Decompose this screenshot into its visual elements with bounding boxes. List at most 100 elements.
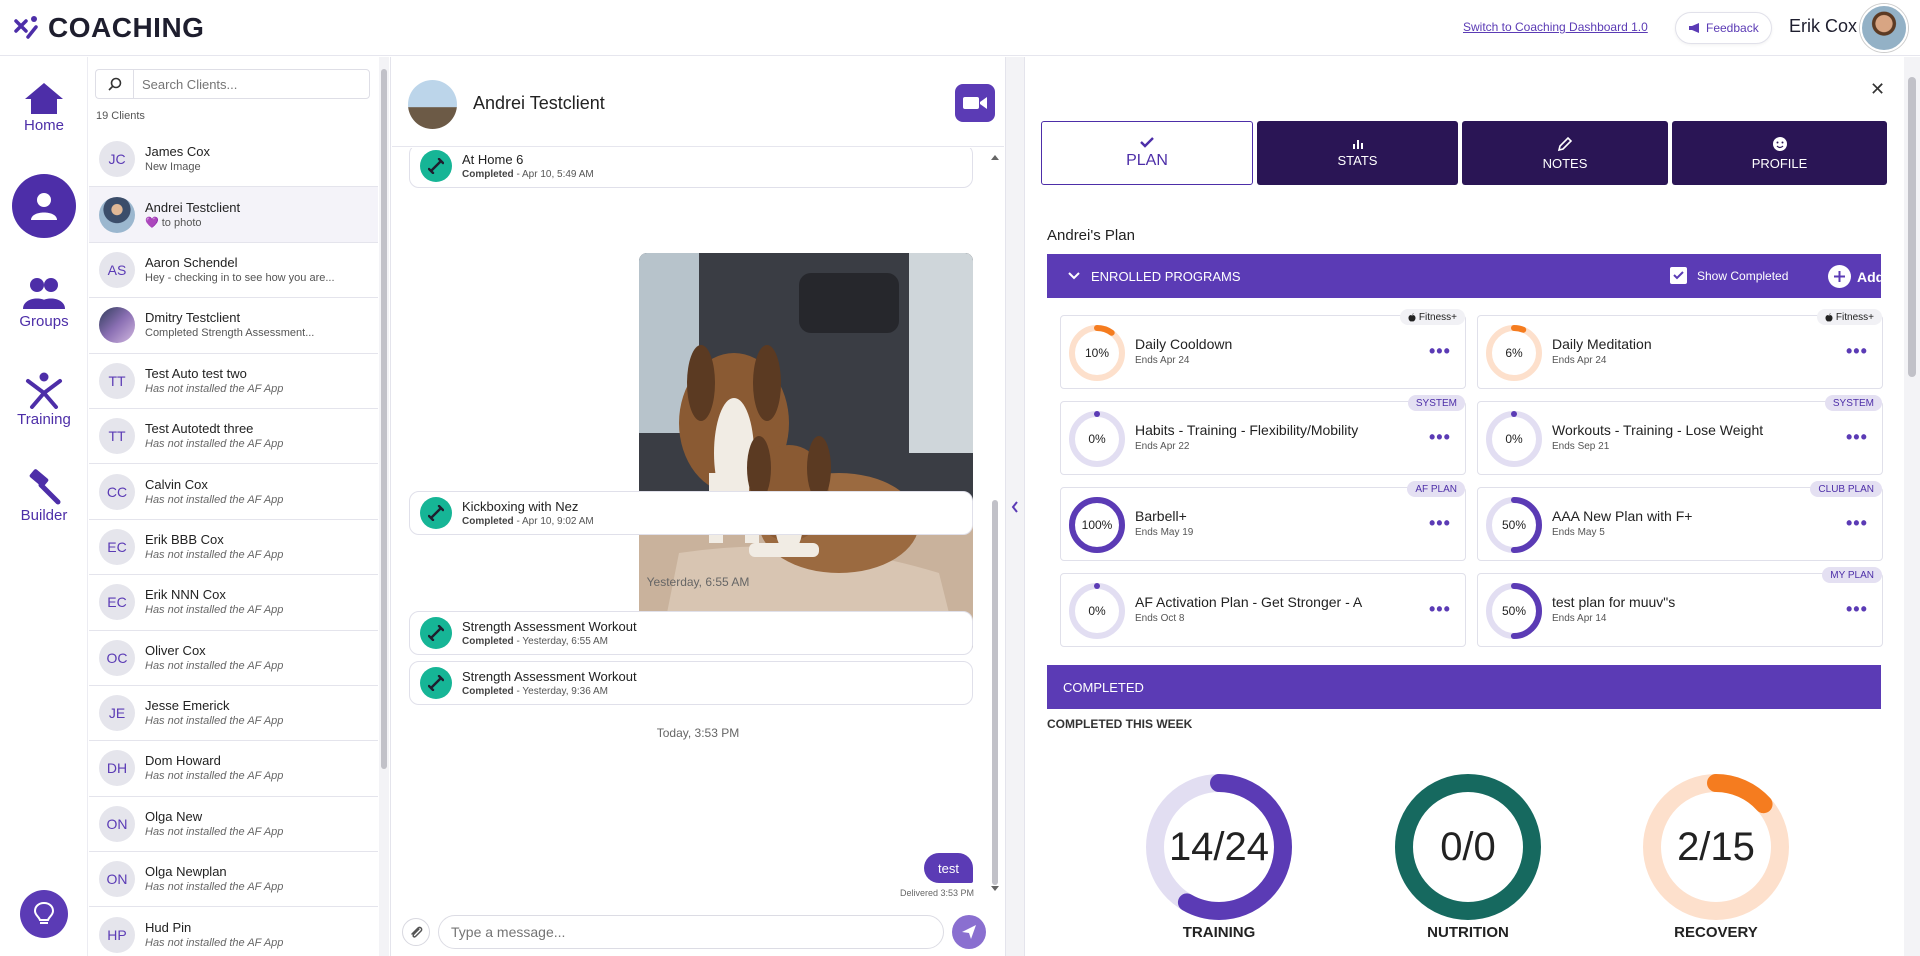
tab-stats[interactable]: STATS [1257,121,1458,185]
chat-messages[interactable]: At Home 6 Completed - Apr 10, 5:49 AM Ki… [392,148,1004,898]
more-options-icon[interactable]: ••• [1429,513,1451,534]
client-avatar: CC [99,473,135,510]
more-options-icon[interactable]: ••• [1429,599,1451,620]
chevron-down-icon[interactable] [1067,271,1081,281]
add-program-button[interactable]: Add [1828,265,1884,288]
client-list-scroll-thumb[interactable] [381,69,387,769]
add-program-label: Add [1857,268,1885,285]
nav-training[interactable]: Training [0,371,88,428]
workout-title: Strength Assessment Workout [462,618,637,634]
client-row[interactable]: TT Test Auto test two Has not installed … [89,354,378,409]
client-last-message: Has not installed the AF App [145,493,284,506]
client-name: Calvin Cox [145,476,208,492]
enrolled-programs-header[interactable]: ENROLLED PROGRAMS Show Completed Add [1047,254,1884,298]
workout-card[interactable]: At Home 6 Completed - Apr 10, 5:49 AM [409,148,973,188]
search-clients-input[interactable] [133,69,370,99]
tab-profile[interactable]: PROFILE [1672,121,1887,185]
more-options-icon[interactable]: ••• [1846,427,1868,448]
client-avatar: TT [99,418,135,455]
nav-home[interactable]: Home [0,81,88,134]
message-bubble[interactable]: test [924,853,973,883]
nav-clients[interactable] [12,174,76,238]
show-completed-toggle[interactable]: Show Completed [1670,267,1788,284]
client-row[interactable]: DH Dom Howard Has not installed the AF A… [89,741,378,797]
show-completed-checkbox[interactable] [1670,267,1687,284]
completed-label: COMPLETED [1063,679,1144,695]
shared-photo[interactable] [639,253,973,653]
stat-value: 2/15 [1677,824,1755,869]
stat-label: NUTRITION [1427,924,1509,941]
program-badge: SYSTEM [1407,395,1465,411]
app-logo[interactable]: COACHING [12,10,204,46]
completed-header[interactable]: COMPLETED [1047,665,1881,709]
client-row[interactable]: JE Jesse Emerick Has not installed the A… [89,686,378,742]
client-last-message: Has not installed the AF App [145,825,284,838]
progress-percent: 0% [1088,432,1106,446]
tab-plan[interactable]: PLAN [1041,121,1253,185]
program-end-date: Ends May 5 [1552,527,1605,538]
feedback-button[interactable]: Feedback [1675,12,1772,44]
checkmark-icon [1673,271,1684,280]
client-row[interactable]: EC Erik BBB Cox Has not installed the AF… [89,520,378,576]
client-row[interactable]: AS Aaron Schendel Hey - checking in to s… [89,243,378,299]
client-row[interactable]: HP Hud Pin Has not installed the AF App [89,907,378,956]
chat-scroll-thumb[interactable] [992,500,998,885]
more-options-icon[interactable]: ••• [1846,513,1868,534]
detail-scroll-thumb[interactable] [1908,77,1916,377]
workout-card[interactable]: Strength Assessment Workout Completed - … [409,611,973,655]
program-end-date: Ends Oct 8 [1135,613,1185,624]
client-row[interactable]: ON Olga New Has not installed the AF App [89,797,378,853]
client-avatar: TT [99,362,135,399]
client-name: Andrei Testclient [145,199,241,215]
client-row[interactable]: CC Calvin Cox Has not installed the AF A… [89,464,378,520]
client-row[interactable]: EC Erik NNN Cox Has not installed the AF… [89,575,378,631]
program-card[interactable]: 0% AF Activation Plan - Get Stronger - A E… [1060,573,1466,647]
client-last-message: Has not installed the AF App [145,936,284,949]
program-name: Barbell+ [1135,508,1187,524]
video-call-button[interactable] [955,84,995,122]
workout-card[interactable]: Kickboxing with Nez Completed - Apr 10, … [409,491,973,535]
program-card[interactable]: 10% Daily Cooldown Ends Apr 24 ••• Fitness+ [1060,309,1466,389]
search-icon-box[interactable] [95,69,133,99]
more-options-icon[interactable]: ••• [1846,599,1868,620]
client-row[interactable]: JC James Cox New Image [89,132,378,188]
client-row[interactable]: Dmitry Testclient Completed Strength Ass… [89,298,378,354]
program-card[interactable]: 6% Daily Meditation Ends Apr 24 ••• Fitness+ [1477,309,1883,389]
program-card[interactable]: 50% AAA New Plan with F+ Ends May 5 ••• CLUB… [1477,481,1883,561]
search-icon [107,77,121,91]
help-button[interactable] [20,890,68,938]
program-card[interactable]: 0% Habits - Training - Flexibility/Mobili… [1060,395,1466,475]
attach-button[interactable] [402,918,430,946]
progress-percent: 100% [1081,518,1113,532]
more-options-icon[interactable]: ••• [1429,341,1451,362]
program-end-date: Ends Sep 21 [1552,441,1610,452]
tab-notes[interactable]: NOTES [1462,121,1668,185]
client-name: Oliver Cox [145,642,206,658]
panel-splitter[interactable] [1005,57,1025,956]
send-button[interactable] [952,915,986,949]
client-row[interactable]: ON Olga Newplan Has not installed the AF… [89,852,378,908]
program-end-date: Ends Apr 22 [1135,441,1190,452]
workout-card[interactable]: Strength Assessment Workout Completed - … [409,661,973,705]
dumbbell-icon [420,667,452,699]
user-avatar[interactable] [1860,4,1908,52]
close-icon[interactable]: ✕ [1870,79,1885,100]
switch-dashboard-link[interactable]: Switch to Coaching Dashboard 1.0 [1463,20,1648,34]
program-card[interactable]: 0% Workouts - Training - Lose Weight Ends … [1477,395,1883,475]
program-card[interactable]: 100% Barbell+ Ends May 19 ••• AF PLAN [1060,481,1466,561]
nav-groups[interactable]: Groups [0,275,88,330]
message-input[interactable] [438,915,944,949]
chevron-left-icon[interactable] [1010,500,1020,514]
client-row-selected[interactable]: Andrei Testclient 💜 to photo [89,187,378,243]
nav-builder[interactable]: Builder [0,469,88,524]
client-row[interactable]: OC Oliver Cox Has not installed the AF A… [89,631,378,686]
client-last-message: Hey - checking in to see how you are... [145,271,335,284]
program-card[interactable]: 50% test plan for muuv"s Ends Apr 14 ••• MY … [1477,567,1883,647]
client-list: JC James Cox New Image Andrei Testclient… [89,132,378,956]
more-options-icon[interactable]: ••• [1429,427,1451,448]
feedback-label: Feedback [1706,21,1759,35]
more-options-icon[interactable]: ••• [1846,341,1868,362]
user-name[interactable]: Erik Cox [1789,16,1857,37]
dumbbell-icon [420,617,452,649]
client-row[interactable]: TT Test Autotedt three Has not installed… [89,409,378,465]
